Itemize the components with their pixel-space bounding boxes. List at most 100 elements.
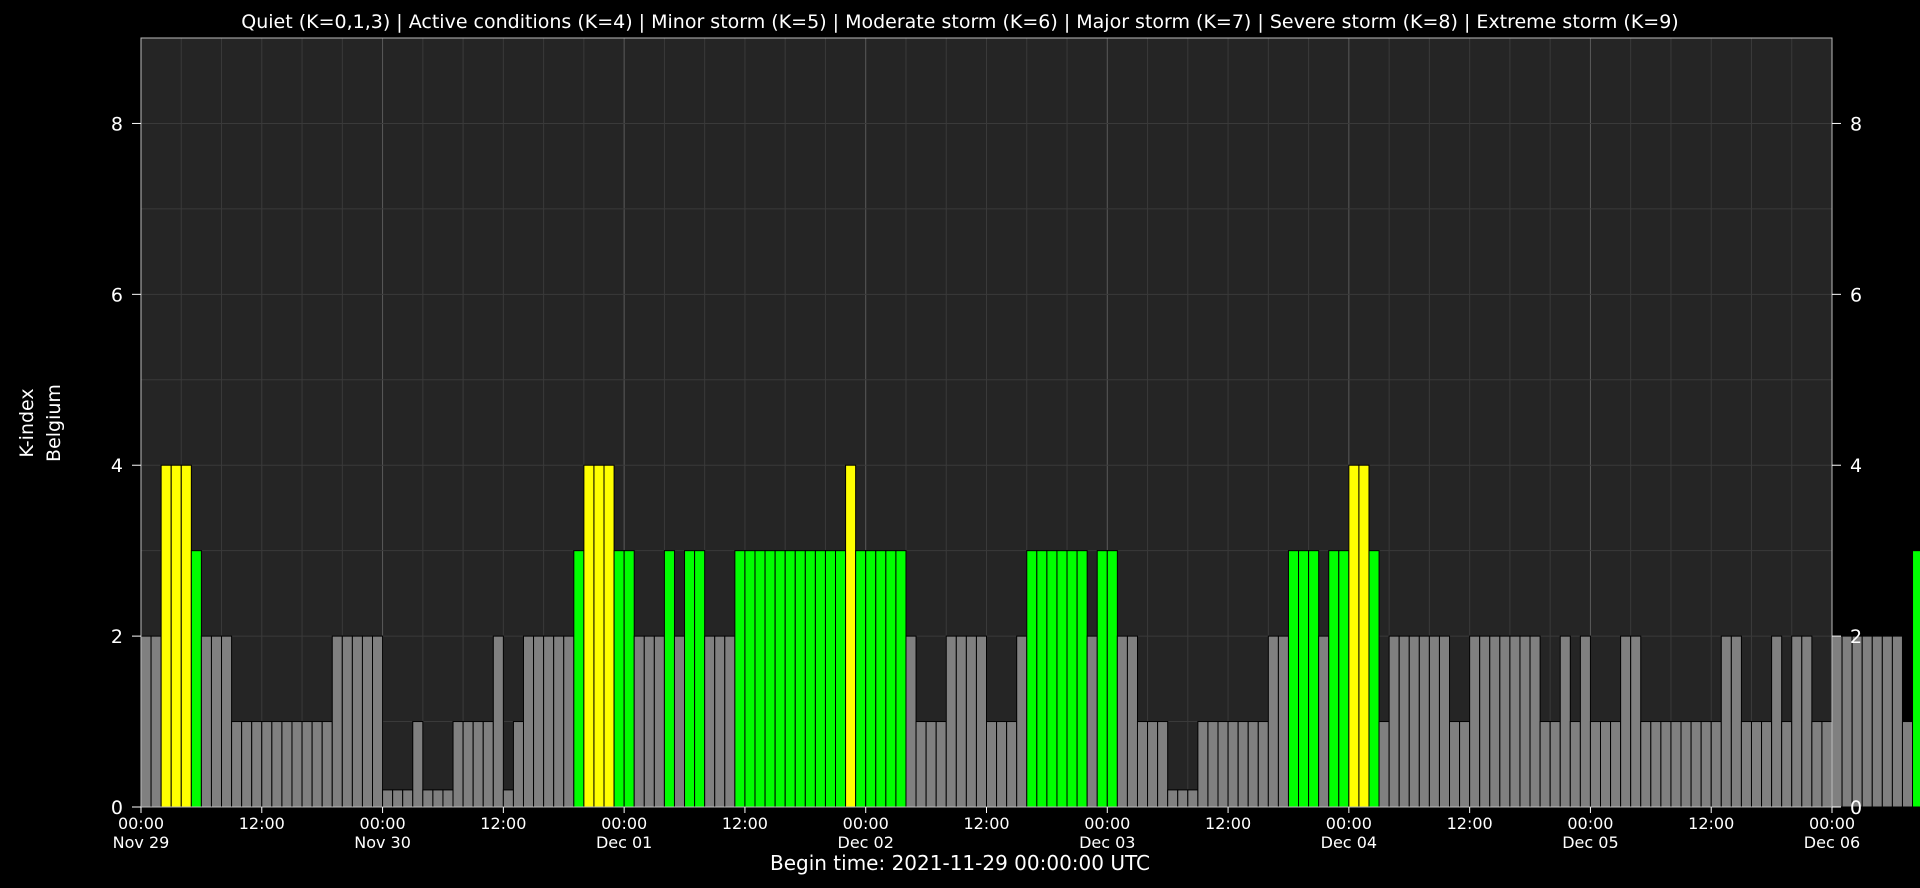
- k-index-bar: [563, 635, 575, 808]
- k-index-bar: [1499, 635, 1511, 808]
- k-index-bar: [1901, 721, 1914, 808]
- k-index-bar: [553, 635, 565, 808]
- k-index-bar: [1469, 635, 1481, 808]
- k-index-bar: [160, 464, 172, 808]
- k-index-bar: [1791, 635, 1803, 808]
- k-index-bar: [1559, 635, 1571, 808]
- k-index-bar: [1328, 550, 1340, 808]
- k-index-bar: [251, 721, 263, 808]
- k-index-bar: [1459, 721, 1471, 808]
- k-index-bar: [633, 635, 645, 808]
- k-index-bar: [231, 721, 243, 808]
- k-index-bar: [1660, 721, 1672, 808]
- k-index-bar: [734, 550, 746, 808]
- k-index-bar: [673, 635, 686, 808]
- k-index-bar: [1851, 635, 1863, 808]
- k-index-bar: [714, 635, 726, 808]
- k-index-bar: [1056, 550, 1068, 808]
- k-index-bar: [372, 635, 384, 808]
- k-index-bar: [271, 721, 283, 808]
- k-index-bar: [1358, 464, 1370, 808]
- k-index-bar: [573, 550, 585, 808]
- k-index-bar: [684, 550, 696, 808]
- x-tick-label-time: 12:00: [722, 814, 768, 833]
- y-tick-label-right: 2: [1850, 626, 1862, 648]
- k-index-bar: [1398, 635, 1410, 808]
- k-index-bar: [1207, 721, 1219, 808]
- k-index-bar: [351, 635, 363, 808]
- k-index-bar: [794, 550, 806, 808]
- k-index-bar: [1428, 635, 1440, 808]
- k-index-bar: [241, 721, 253, 808]
- k-index-bar: [1026, 550, 1038, 808]
- k-index-bar: [754, 550, 766, 808]
- k-index-bar: [1781, 721, 1793, 808]
- k-index-bar: [824, 550, 837, 808]
- k-index-bar: [180, 464, 192, 808]
- k-index-bar: [1227, 721, 1239, 808]
- x-tick-label-date: Dec 06: [1804, 833, 1860, 852]
- k-index-bar: [432, 789, 444, 808]
- k-index-bar: [1157, 721, 1169, 808]
- k-index-bar: [482, 721, 494, 808]
- x-tick-label-date: Nov 30: [354, 833, 411, 852]
- k-index-bar: [1801, 635, 1813, 808]
- k-index-bar: [1509, 635, 1521, 808]
- k-index-bar: [1378, 721, 1390, 808]
- k-index-bar: [1277, 635, 1289, 808]
- k-index-bar: [1811, 721, 1823, 808]
- k-index-bar: [1438, 635, 1451, 808]
- k-index-bar: [1036, 550, 1048, 808]
- k-index-bar: [261, 721, 273, 808]
- x-tick-label-date: Nov 29: [113, 833, 170, 852]
- x-tick-label-time: 00:00: [1326, 814, 1372, 833]
- k-index-bar: [533, 635, 545, 808]
- k-index-bar: [341, 635, 353, 808]
- k-index-bar: [1871, 635, 1883, 808]
- k-index-bar: [1267, 635, 1279, 808]
- k-index-bar: [442, 789, 454, 808]
- k-index-bar: [1086, 635, 1098, 808]
- k-index-bar: [392, 789, 404, 808]
- k-index-bar: [845, 464, 857, 808]
- k-index-bar: [1529, 635, 1541, 808]
- k-index-bar: [965, 635, 977, 808]
- k-index-bar: [452, 721, 464, 808]
- x-tick-label-time: 00:00: [843, 814, 889, 833]
- k-index-bar: [945, 635, 957, 808]
- k-index-bar: [774, 550, 786, 808]
- y-tick-label-left: 4: [111, 455, 123, 477]
- k-index-bar: [402, 789, 414, 808]
- x-tick-label-time: 00:00: [601, 814, 647, 833]
- k-index-bar: [603, 464, 615, 808]
- k-index-bar: [1670, 721, 1682, 808]
- k-index-bar: [1338, 550, 1350, 808]
- k-index-bar: [1418, 635, 1430, 808]
- k-index-bar: [593, 464, 605, 808]
- k-index-bar: [1640, 721, 1652, 808]
- x-tick-label-time: 12:00: [1688, 814, 1734, 833]
- k-index-bar: [1700, 721, 1712, 808]
- k-index-bar: [955, 635, 967, 808]
- k-index-bar: [1620, 635, 1632, 808]
- k-index-bar: [1569, 721, 1581, 808]
- k-index-bar: [492, 635, 504, 808]
- k-index-bar: [1881, 635, 1893, 808]
- k-index-bar: [1750, 721, 1763, 808]
- k-index-bar: [1066, 550, 1078, 808]
- x-axis-label: Begin time: 2021-11-29 00:00:00 UTC: [770, 851, 1150, 875]
- k-index-bar: [1489, 635, 1501, 808]
- k-index-bar: [1610, 721, 1622, 808]
- y-tick-label-right: 8: [1850, 113, 1862, 135]
- k-index-bar: [462, 721, 474, 808]
- k-index-bar: [643, 635, 655, 808]
- k-index-bar: [301, 721, 313, 808]
- x-tick-label-time: 00:00: [1084, 814, 1130, 833]
- k-index-bar: [543, 635, 555, 808]
- x-tick-label-time: 12:00: [1205, 814, 1251, 833]
- x-tick-label-time: 00:00: [360, 814, 406, 833]
- x-tick-label-time: 00:00: [1567, 814, 1613, 833]
- k-index-bar: [1147, 721, 1159, 808]
- k-index-bar: [512, 721, 524, 808]
- k-index-bar: [875, 550, 887, 808]
